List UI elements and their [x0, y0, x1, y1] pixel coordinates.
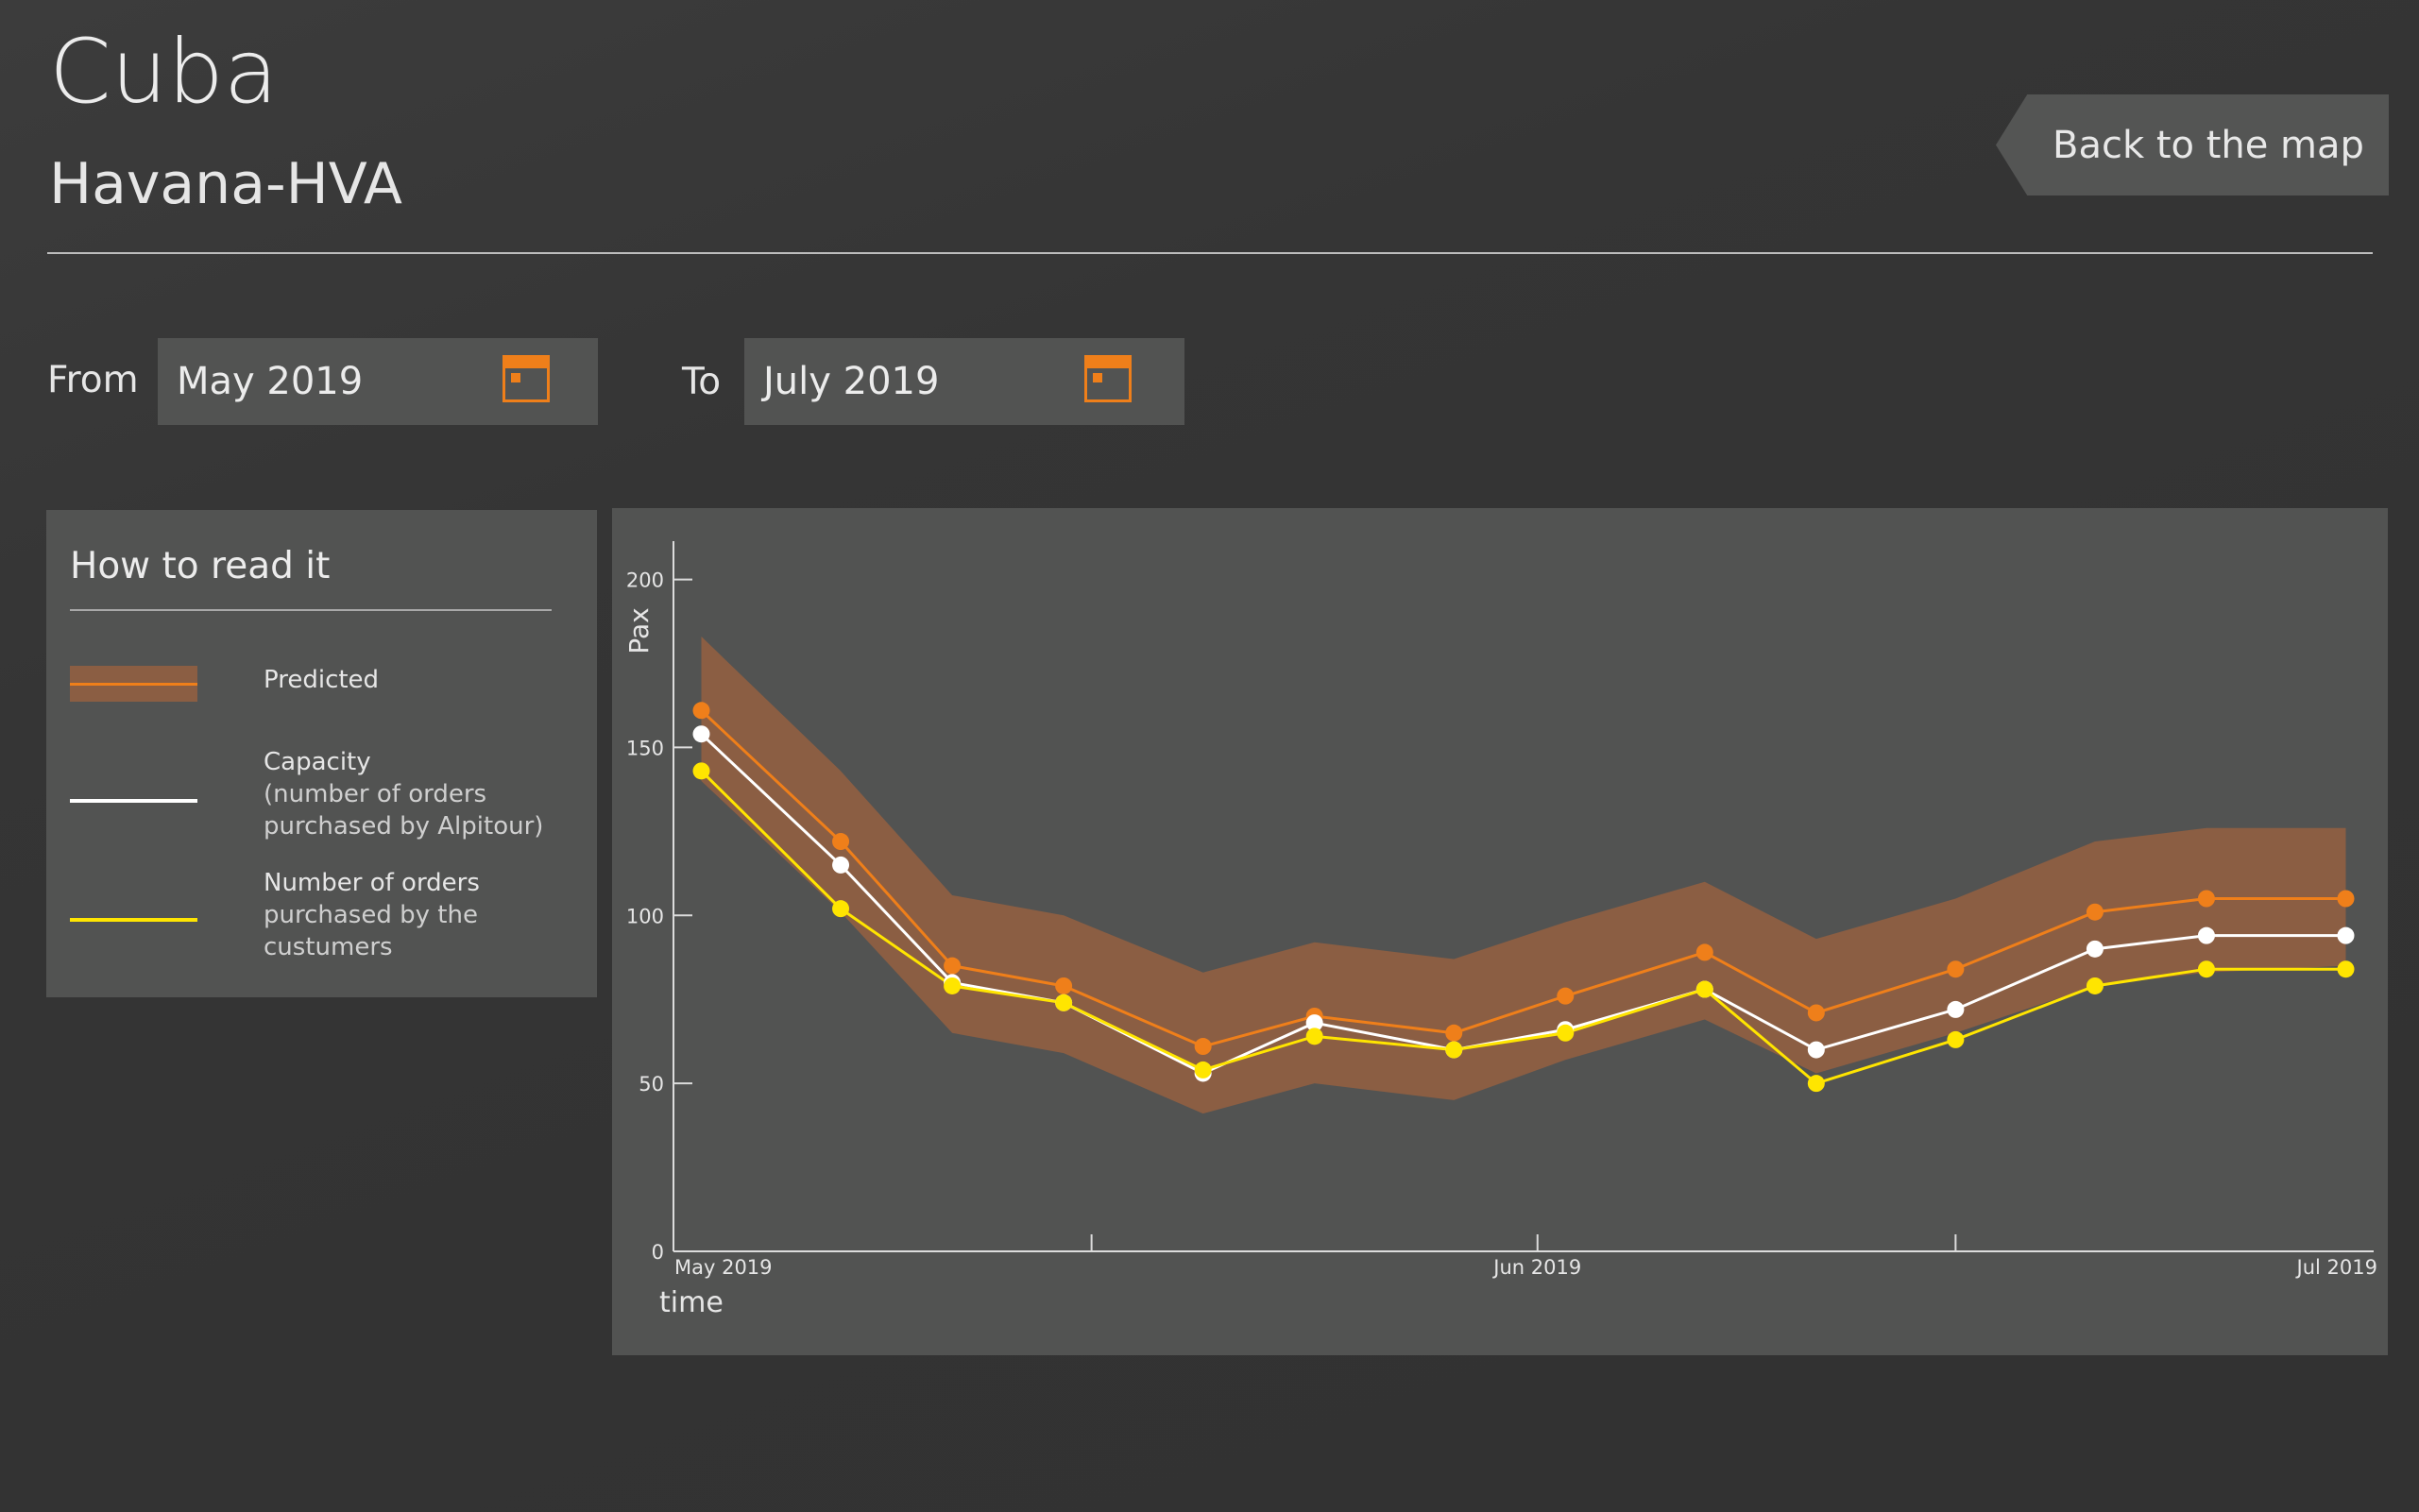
legend-label: Number of orders — [264, 869, 480, 897]
data-point-orders — [832, 900, 850, 918]
data-point-predicted — [1557, 987, 1575, 1005]
y-axis-label: Pax — [623, 607, 655, 654]
to-date-value: July 2019 — [763, 360, 940, 403]
data-point-predicted — [2086, 903, 2104, 921]
y-tick-label: 0 — [652, 1241, 664, 1264]
legend-title: How to read it — [70, 545, 331, 587]
data-point-orders — [1194, 1061, 1212, 1079]
data-point-orders — [692, 762, 710, 780]
calendar-icon[interactable] — [503, 355, 550, 402]
legend-item-predicted: Predicted — [264, 664, 379, 696]
x-tick-label: Jul 2019 — [2295, 1256, 2377, 1279]
data-point-predicted — [1695, 943, 1713, 961]
data-point-orders — [1055, 994, 1073, 1011]
legend-sublabel: (number of orders purchased by Alpitour) — [264, 780, 544, 841]
legend-swatch-orders — [70, 918, 197, 922]
y-tick-label: 50 — [639, 1073, 664, 1096]
data-point-capacity — [692, 725, 710, 743]
back-to-map-button[interactable]: Back to the map — [1996, 94, 2389, 195]
data-point-capacity — [1947, 1000, 1965, 1018]
data-point-predicted — [1194, 1038, 1212, 1056]
y-tick-label: 100 — [626, 905, 664, 927]
demand-line-chart: 0 50 100 150 200 May 2019 Jun 2019 Jul 2019 Pax t… — [623, 541, 2377, 1319]
data-point-orders — [1557, 1024, 1575, 1042]
data-point-orders — [1305, 1028, 1323, 1045]
data-point-capacity — [2086, 940, 2104, 958]
data-point-orders — [1445, 1041, 1463, 1059]
predicted-range-band — [701, 637, 2346, 1114]
data-point-capacity — [1807, 1041, 1825, 1059]
data-point-predicted — [692, 702, 710, 720]
data-point-predicted — [1055, 977, 1073, 994]
x-tick-label: Jun 2019 — [1491, 1256, 1581, 1279]
data-point-predicted — [1445, 1024, 1463, 1042]
data-point-predicted — [1807, 1004, 1825, 1022]
data-point-predicted — [832, 833, 850, 851]
legend-label: Predicted — [264, 666, 380, 694]
data-point-orders — [2086, 977, 2104, 994]
to-label: To — [682, 361, 722, 403]
data-point-orders — [944, 977, 962, 994]
page-subtitle: Havana-HVA — [49, 151, 402, 217]
legend-item-orders: Number of orders purchased by the custum… — [264, 867, 509, 963]
calendar-icon[interactable] — [1084, 355, 1132, 402]
legend-label: Capacity — [264, 748, 371, 776]
data-point-predicted — [944, 957, 962, 975]
chart-panel: 0 50 100 150 200 May 2019 Jun 2019 Jul 2019 Pax t… — [612, 508, 2388, 1355]
back-to-map-label: Back to the map — [2053, 123, 2364, 167]
legend-sublabel: purchased by the custumers — [264, 901, 478, 961]
x-axis-label: time — [659, 1286, 724, 1319]
data-point-orders — [2337, 960, 2355, 978]
legend-swatch-predicted — [70, 666, 197, 702]
data-point-orders — [2197, 960, 2215, 978]
data-point-orders — [1947, 1030, 1965, 1048]
data-point-capacity — [2337, 926, 2355, 944]
data-point-orders — [1695, 980, 1713, 998]
data-point-capacity — [832, 856, 850, 874]
from-date-value: May 2019 — [177, 360, 364, 403]
legend-swatch-capacity — [70, 799, 197, 803]
data-point-orders — [1807, 1075, 1825, 1093]
y-tick-label: 200 — [626, 569, 664, 592]
data-point-predicted — [1947, 960, 1965, 978]
legend-panel: How to read it Predicted Capacity (numbe… — [46, 510, 597, 997]
from-date-field[interactable]: May 2019 — [158, 338, 598, 425]
legend-divider — [70, 609, 552, 611]
legend-item-capacity: Capacity (number of orders purchased by … — [264, 746, 556, 842]
y-tick-label: 150 — [626, 737, 664, 759]
header-divider — [47, 252, 2373, 254]
data-point-capacity — [2197, 926, 2215, 944]
x-tick-label: May 2019 — [674, 1256, 773, 1279]
page-title: Cuba — [49, 21, 279, 124]
data-point-predicted — [2197, 890, 2215, 908]
data-point-predicted — [2337, 890, 2355, 908]
from-label: From — [47, 359, 139, 401]
to-date-field[interactable]: July 2019 — [744, 338, 1184, 425]
